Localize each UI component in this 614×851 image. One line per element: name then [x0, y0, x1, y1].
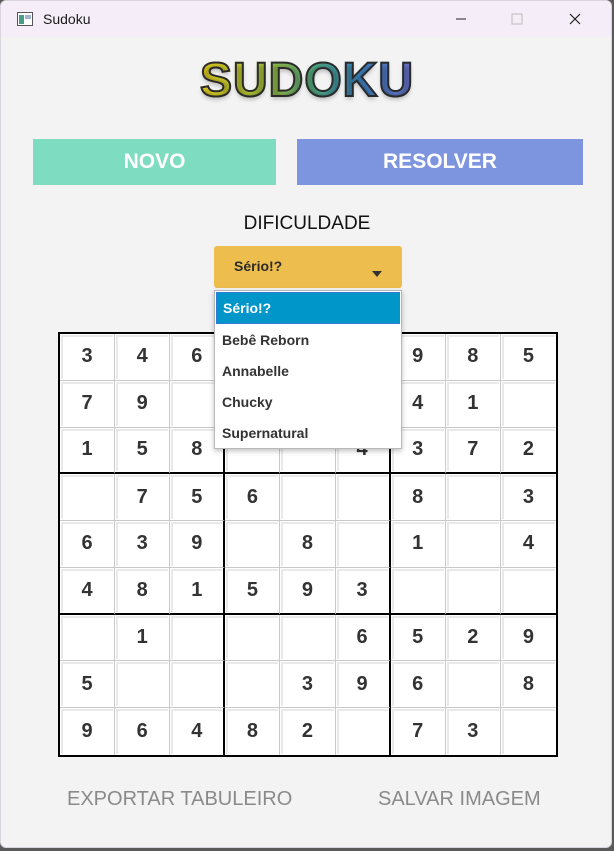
difficulty-option[interactable]: Sério!?	[216, 292, 400, 324]
board-cell[interactable]	[335, 521, 391, 568]
board-cell[interactable]	[115, 661, 171, 709]
board-cell[interactable]: 8	[280, 521, 336, 568]
board-cell[interactable]	[390, 567, 446, 615]
chevron-down-icon[interactable]	[372, 264, 382, 282]
export-board-button[interactable]: EXPORTAR TABULEIRO	[67, 788, 292, 811]
title-bar[interactable]: Sudoku	[1, 1, 611, 37]
board-cell[interactable]: 6	[390, 661, 446, 709]
sudoku-logo: SUDOKU	[199, 53, 414, 108]
board-cell[interactable]	[280, 614, 336, 662]
board-cell[interactable]: 1	[390, 521, 446, 568]
board-cell[interactable]: 8	[445, 334, 501, 381]
board-cell[interactable]: 7	[115, 474, 171, 522]
board-cell[interactable]: 5	[170, 474, 226, 522]
board-cell[interactable]	[280, 474, 336, 522]
board-cell[interactable]: 4	[115, 334, 171, 381]
board-cell[interactable]: 5	[60, 661, 116, 709]
board-cell[interactable]	[225, 521, 281, 568]
board-cell[interactable]: 8	[390, 474, 446, 522]
board-cell[interactable]: 1	[60, 427, 116, 475]
board-cell[interactable]	[445, 521, 501, 568]
board-cell[interactable]: 9	[170, 521, 226, 568]
board-cell[interactable]	[170, 661, 226, 709]
board-cell[interactable]: 8	[225, 708, 281, 755]
board-cell[interactable]: 3	[60, 334, 116, 381]
board-cell[interactable]	[60, 474, 116, 522]
difficulty-option[interactable]: Annabelle	[215, 356, 401, 387]
board-cell[interactable]: 6	[225, 474, 281, 522]
board-cell[interactable]	[500, 567, 556, 615]
board-cell[interactable]	[225, 661, 281, 709]
minimize-icon[interactable]	[433, 1, 489, 37]
board-cell[interactable]	[170, 614, 226, 662]
board-cell[interactable]: 9	[280, 567, 336, 615]
board-cell[interactable]	[335, 474, 391, 522]
board-cell[interactable]: 8	[115, 567, 171, 615]
difficulty-select[interactable]: Sério!?	[214, 246, 402, 288]
board-cell[interactable]: 7	[60, 380, 116, 428]
board-cell[interactable]	[225, 614, 281, 662]
board-cell[interactable]: 9	[500, 614, 556, 662]
board-cell[interactable]	[445, 474, 501, 522]
board-cell[interactable]: 3	[500, 474, 556, 522]
board-cell[interactable]: 5	[225, 567, 281, 615]
board-cell[interactable]: 4	[60, 567, 116, 615]
board-cell[interactable]: 7	[445, 427, 501, 475]
board-cell[interactable]	[500, 380, 556, 428]
board-cell[interactable]: 2	[445, 614, 501, 662]
board-cell[interactable]: 4	[500, 521, 556, 568]
board-cell[interactable]: 9	[60, 708, 116, 755]
difficulty-dropdown-list: Sério!? Bebê Reborn Annabelle Chucky Superna…	[214, 290, 402, 449]
board-cell[interactable]: 8	[500, 661, 556, 709]
board-cell[interactable]: 3	[115, 521, 171, 568]
board-cell[interactable]: 1	[170, 567, 226, 615]
board-cell[interactable]: 6	[335, 614, 391, 662]
difficulty-selected-value: Sério!?	[234, 258, 283, 274]
new-game-button[interactable]: NOVO	[33, 139, 276, 185]
board-cell[interactable]: 1	[445, 380, 501, 428]
difficulty-option[interactable]: Chucky	[215, 387, 401, 418]
app-icon	[17, 12, 33, 26]
app-window: Sudoku SUDOKU NOVO RESOLVER DIFICULDADE …	[0, 0, 612, 848]
board-cell[interactable]: 3	[280, 661, 336, 709]
board-cell[interactable]: 5	[390, 614, 446, 662]
board-cell[interactable]: 2	[500, 427, 556, 475]
maximize-icon	[489, 1, 545, 37]
board-cell[interactable]: 1	[115, 614, 171, 662]
board-cell[interactable]: 3	[335, 567, 391, 615]
board-cell[interactable]: 2	[280, 708, 336, 755]
board-cell[interactable]	[60, 614, 116, 662]
difficulty-option[interactable]: Supernatural	[215, 418, 401, 449]
difficulty-option[interactable]: Bebê Reborn	[215, 325, 401, 356]
board-cell[interactable]: 5	[115, 427, 171, 475]
close-icon[interactable]	[547, 1, 603, 37]
board-cell[interactable]: 6	[115, 708, 171, 755]
board-cell[interactable]	[445, 567, 501, 615]
board-cell[interactable]: 6	[60, 521, 116, 568]
board-cell[interactable]: 9	[335, 661, 391, 709]
board-cell[interactable]: 3	[445, 708, 501, 755]
board-cell[interactable]	[445, 661, 501, 709]
solve-button[interactable]: RESOLVER	[297, 139, 583, 185]
board-cell[interactable]: 4	[170, 708, 226, 755]
board-cell[interactable]: 7	[390, 708, 446, 755]
board-cell[interactable]	[500, 708, 556, 755]
save-image-button[interactable]: SALVAR IMAGEM	[378, 788, 541, 811]
window-title: Sudoku	[43, 11, 91, 27]
board-cell[interactable]: 5	[500, 334, 556, 381]
board-cell[interactable]: 9	[115, 380, 171, 428]
board-cell[interactable]	[335, 708, 391, 755]
difficulty-label: DIFICULDADE	[243, 213, 371, 234]
